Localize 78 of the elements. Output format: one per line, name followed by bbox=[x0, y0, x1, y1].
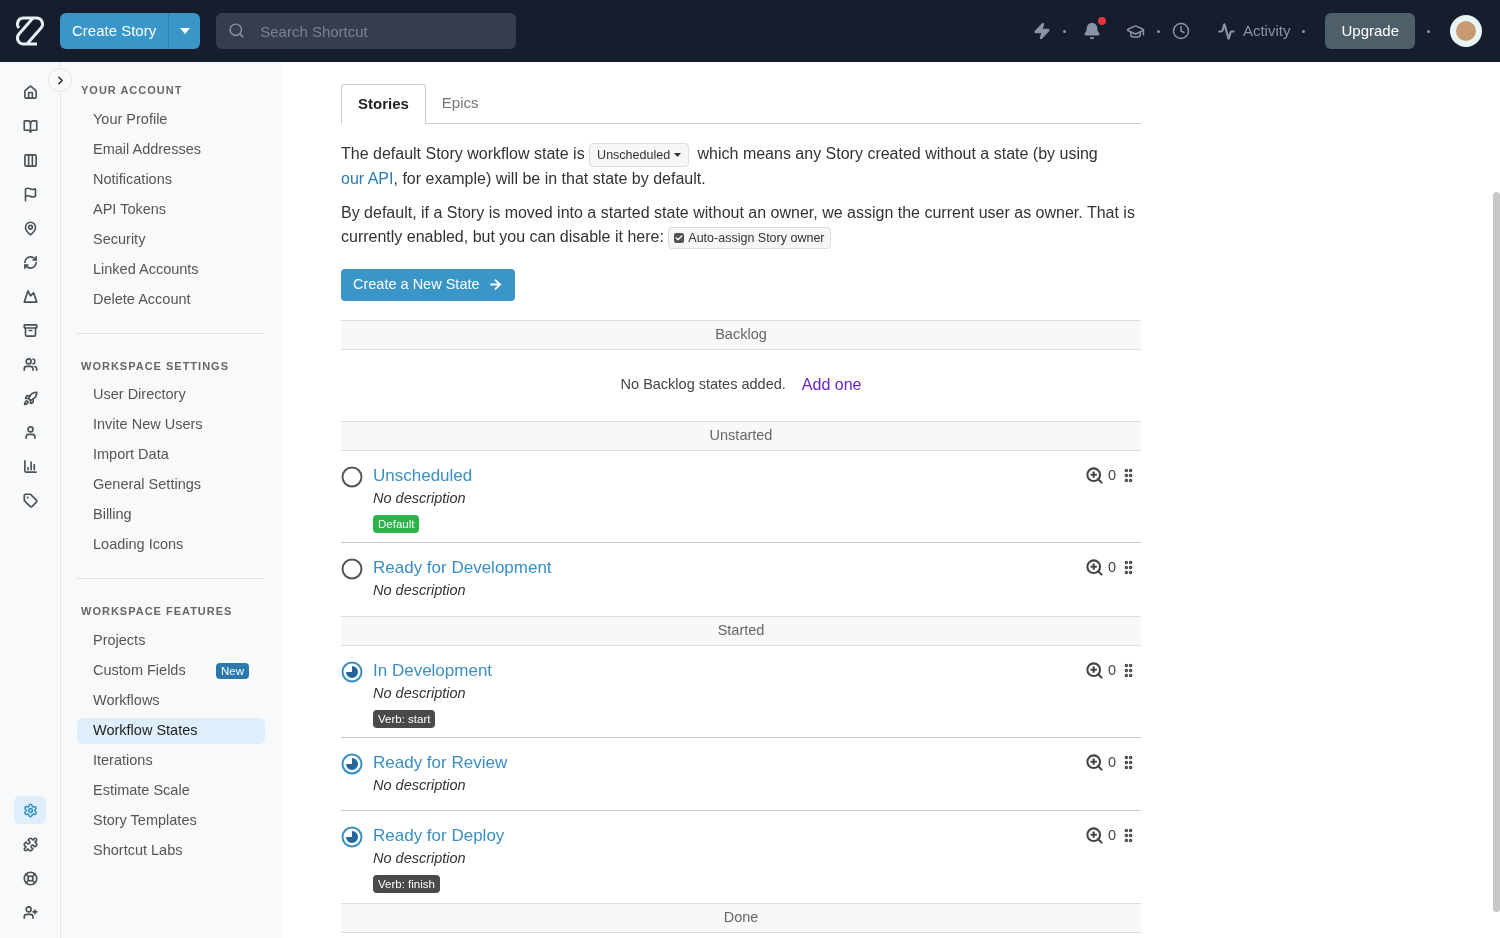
sidebar-item[interactable]: Workflow States bbox=[77, 717, 265, 744]
create-menu-button[interactable] bbox=[168, 13, 201, 49]
search-field[interactable]: Search Shortcut bbox=[216, 13, 517, 49]
state-name-link[interactable]: Unscheduled bbox=[373, 464, 473, 487]
sidebar-item[interactable]: Delete Account bbox=[77, 286, 265, 313]
sidebar-item[interactable]: Iterations bbox=[77, 747, 265, 774]
story-count: 0 bbox=[1107, 465, 1116, 485]
caret-icon bbox=[179, 28, 190, 34]
sidebar-item[interactable]: Email Addresses bbox=[77, 136, 265, 163]
state-name-link[interactable]: Ready for Review bbox=[373, 751, 508, 774]
new-badge: New bbox=[216, 662, 249, 679]
tab[interactable]: Epics bbox=[425, 84, 495, 123]
scrollbar[interactable] bbox=[1493, 192, 1500, 912]
group-header: Done bbox=[341, 902, 1141, 933]
state-description: No description bbox=[373, 683, 466, 703]
state-tag: Verb: start bbox=[373, 709, 436, 728]
section-heading: WORKSPACE SETTINGS bbox=[80, 358, 230, 374]
sidebar-item[interactable]: Story Templates bbox=[77, 807, 265, 834]
checkbox-icon bbox=[674, 232, 685, 243]
sidebar-item[interactable]: Linked Accounts bbox=[77, 256, 265, 283]
auto-assign-toggle[interactable]: Auto-assign Story owner bbox=[668, 226, 831, 249]
group-header: Started bbox=[341, 615, 1141, 646]
sidebar-item[interactable]: Workflows bbox=[77, 687, 265, 714]
zoom-in-icon[interactable] bbox=[1084, 826, 1104, 846]
logo-icon bbox=[14, 15, 46, 47]
sidebar-item[interactable]: Your Profile bbox=[77, 106, 265, 133]
state-name-link[interactable]: Ready for Development bbox=[373, 556, 552, 579]
api-link[interactable]: our API bbox=[341, 169, 394, 187]
arrow-right-icon bbox=[487, 277, 503, 293]
story-count: 0 bbox=[1107, 752, 1116, 772]
activity-icon bbox=[1217, 22, 1235, 40]
lightning-icon[interactable] bbox=[1032, 22, 1051, 40]
sidebar-item[interactable]: Estimate Scale bbox=[77, 777, 265, 804]
sidebar-item[interactable]: General Settings bbox=[77, 472, 265, 498]
activity-button[interactable]: Activity bbox=[1217, 19, 1291, 43]
sidebar-item[interactable]: Shortcut Labs bbox=[77, 837, 265, 864]
zoom-in-icon[interactable] bbox=[1084, 558, 1104, 578]
sidebar-item[interactable]: Billing bbox=[77, 502, 265, 528]
sidebar-item[interactable]: Import Data bbox=[77, 442, 265, 468]
default-state-dropdown[interactable]: Unscheduled bbox=[589, 142, 690, 167]
tab[interactable]: Stories bbox=[341, 84, 426, 124]
upgrade-button[interactable]: Upgrade bbox=[1325, 13, 1415, 49]
intro-paragraph: The default Story workflow state is Unscheduled which means any Story created without a state (by using our API, for example) will be in that state by default. bbox=[341, 142, 1141, 191]
caret-icon bbox=[674, 152, 682, 157]
sidebar-item[interactable]: Invite New Users bbox=[77, 412, 265, 438]
story-count: 0 bbox=[1107, 557, 1116, 577]
settings-icon[interactable] bbox=[14, 796, 46, 824]
search-icon bbox=[228, 22, 246, 39]
group-header: Unstarted bbox=[341, 420, 1141, 451]
sidebar-item[interactable]: Custom Fields New bbox=[77, 657, 265, 684]
story-count: 0 bbox=[1107, 660, 1116, 680]
zoom-in-icon[interactable] bbox=[1084, 753, 1104, 773]
sidebar-item[interactable]: Loading Icons bbox=[77, 532, 265, 558]
sidebar-item[interactable]: Projects bbox=[77, 627, 265, 654]
state-description: No description bbox=[373, 488, 466, 508]
story-count: 0 bbox=[1107, 825, 1116, 845]
state-description: No description bbox=[373, 848, 466, 868]
zoom-in-icon[interactable] bbox=[1084, 466, 1104, 486]
group-header: Backlog bbox=[341, 319, 1141, 350]
clock-icon[interactable] bbox=[1171, 22, 1190, 40]
auto-assign-paragraph: By default, if a Story is moved into a started state without an owner, we assign the current user as owner. That is currently enabled, but you can disable it here: Auto-assign Story owner bbox=[341, 200, 1141, 249]
state-description: No description bbox=[373, 775, 466, 795]
section-heading: WORKSPACE FEATURES bbox=[80, 604, 234, 619]
state-tag: Verb: finish bbox=[373, 874, 440, 893]
sidebar-item[interactable]: API Tokens bbox=[77, 196, 265, 223]
state-name-link[interactable]: Ready for Deploy bbox=[373, 824, 505, 847]
section-heading: YOUR ACCOUNT bbox=[80, 83, 184, 98]
expand-button[interactable] bbox=[48, 68, 72, 92]
sidebar-item[interactable]: Security bbox=[77, 226, 265, 253]
sidebar-item[interactable]: Notifications bbox=[77, 166, 265, 193]
empty-message: No Backlog states added. bbox=[620, 375, 786, 395]
add-state-link[interactable]: Add one bbox=[801, 373, 862, 398]
state-name-link[interactable]: In Development bbox=[373, 659, 493, 682]
state-description: No description bbox=[373, 580, 466, 600]
zoom-in-icon[interactable] bbox=[1084, 661, 1104, 681]
sidebar-item[interactable]: User Directory bbox=[77, 382, 265, 408]
avatar[interactable] bbox=[1450, 15, 1482, 47]
state-tag: Default bbox=[373, 514, 420, 533]
